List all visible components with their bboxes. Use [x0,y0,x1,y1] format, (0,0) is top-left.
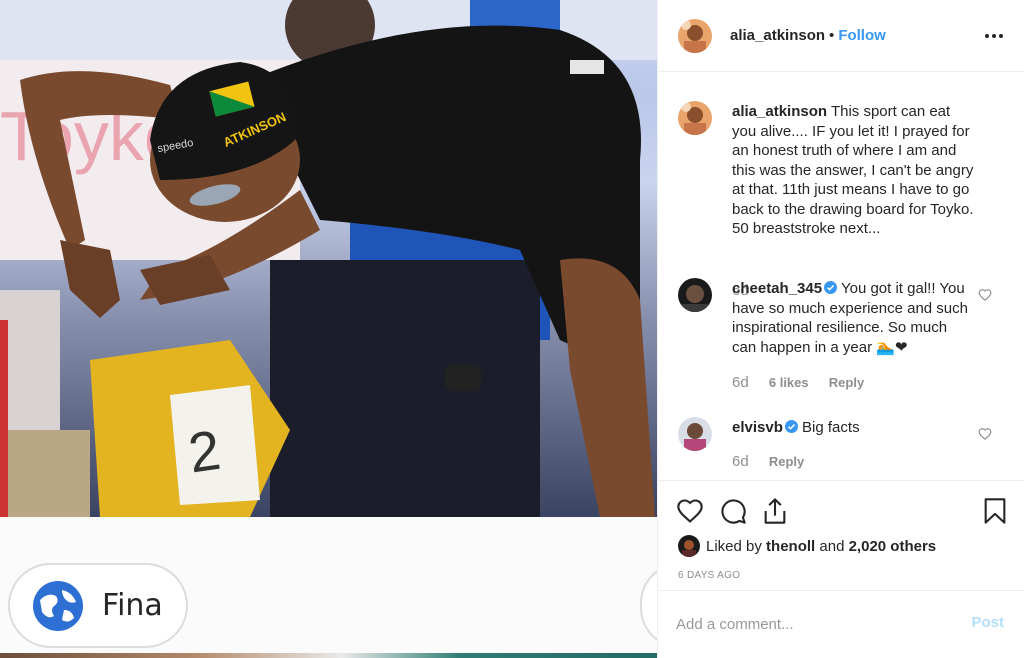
share-icon[interactable] [761,497,789,525]
comment-composer: Post [658,590,1024,658]
caption-body: alia_atkinson This sport can eat you ali… [732,102,977,239]
comment-icon[interactable] [719,497,747,525]
location-label: Fina [102,588,163,623]
comment-time[interactable]: 6d [732,374,749,391]
swimmer-photo-illustration: Toyko 2 ATKINSON speedo [0,0,657,517]
likes-prefix: Liked by [706,537,762,555]
post-actions: Liked by thenoll and 2,020 others 6 DAYS… [658,480,1024,590]
caption-text: This sport can eat you alive.... IF you … [732,103,974,237]
add-comment-input[interactable] [676,613,956,635]
comment-username[interactable]: elvisvb [732,419,783,436]
comment-body: cheetah_345 You got it gal!! You have so… [732,279,972,357]
comment-meta: 6d 6 likes Reply [732,374,864,391]
comment-username[interactable]: cheetah_345 [732,280,822,297]
comment-like-heart-icon[interactable] [978,427,992,441]
commenter-avatar[interactable] [678,278,712,312]
comment-item: elvisvb Big facts 6d Reply [678,417,1008,477]
bookmark-icon[interactable] [981,497,1009,525]
globe-icon [33,580,83,631]
post-photo[interactable]: Toyko 2 ATKINSON speedo [0,0,657,517]
comment-meta: 6d Reply [732,453,804,470]
likes-others-count[interactable]: 2,020 others [849,538,937,555]
caption-author-avatar[interactable] [678,101,712,135]
verified-badge-icon [824,281,838,294]
commenter-avatar[interactable] [678,417,712,451]
comment-likes-count[interactable]: 6 likes [769,375,809,390]
comment-emoji: 🏊❤ [876,338,908,356]
comment-body: elvisvb Big facts [732,418,972,438]
post-header: alia_atkinson • Follow [658,0,1024,72]
more-options-icon[interactable] [982,24,1006,48]
author-username[interactable]: alia_atkinson [730,27,825,44]
comments-list[interactable]: alia_atkinson This sport can eat you ali… [658,72,1024,480]
caption-username[interactable]: alia_atkinson [732,103,827,120]
comment-time[interactable]: 6d [732,453,749,470]
post-side-panel: alia_atkinson • Follow alia_atkinson Thi… [657,0,1024,658]
next-post-preview-strip [0,653,657,658]
post-timestamp[interactable]: 6 DAYS AGO [678,570,740,581]
comment-like-heart-icon[interactable] [978,288,992,302]
post-comment-button[interactable]: Post [971,614,1004,631]
comment-reply-button[interactable]: Reply [769,454,804,469]
comment-reply-button[interactable]: Reply [829,375,864,390]
heart-icon[interactable] [676,497,704,525]
header-separator: • [829,27,835,44]
likes-summary[interactable]: Liked by thenoll and 2,020 others [678,535,936,557]
verified-badge-icon [784,420,798,433]
follow-button[interactable]: Follow [838,27,886,44]
location-tag-chip[interactable]: Fina [8,563,188,648]
comment-text: Big facts [802,419,860,436]
liker-avatar[interactable] [678,535,700,557]
comment-item: cheetah_345 You got it gal!! You have so… [678,278,1008,398]
author-avatar[interactable] [678,18,712,53]
liker-username[interactable]: thenoll [766,538,815,555]
likes-conjunction: and [819,537,845,555]
